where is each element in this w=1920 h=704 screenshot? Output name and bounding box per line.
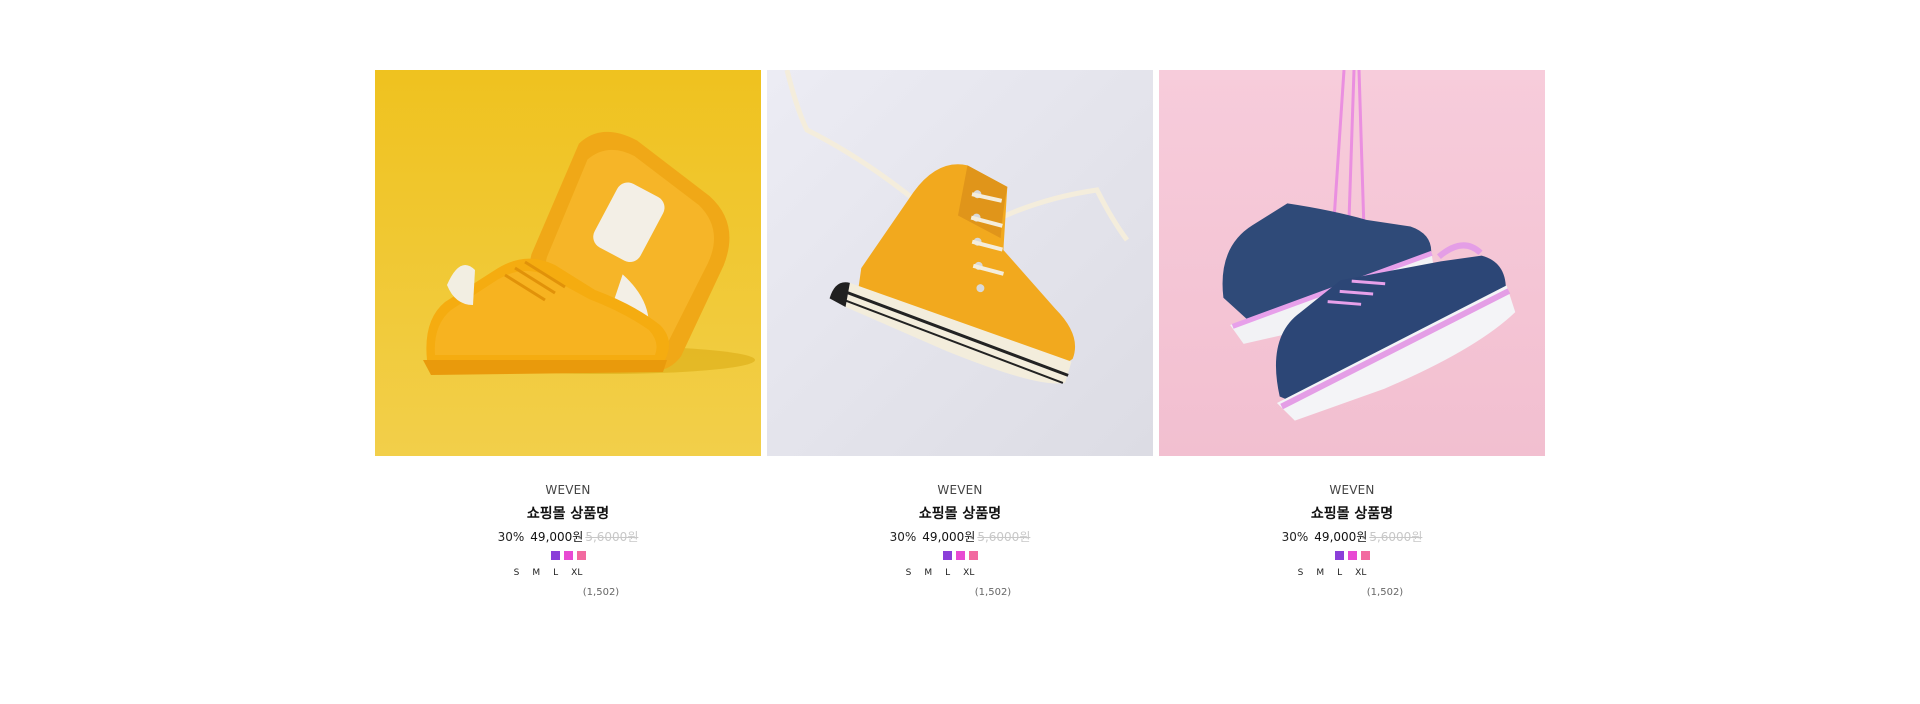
size-options: S M L XL (514, 567, 583, 579)
size-option[interactable]: S (514, 567, 520, 579)
discount-rate: 30% (497, 530, 525, 544)
product-card: WEVEN 쇼핑몰 상품명 30% 49,000원 5,6000원 S M L … (375, 70, 761, 599)
product-name[interactable]: 쇼핑몰 상품명 (919, 505, 1001, 523)
size-option[interactable]: L (945, 567, 950, 579)
product-image-yellow-sneakers[interactable] (375, 70, 761, 456)
sale-price: 49,000원 (530, 530, 584, 544)
original-price: 5,6000원 (585, 530, 639, 544)
discount-rate: 30% (1281, 530, 1309, 544)
product-info: WEVEN 쇼핑몰 상품명 30% 49,000원 5,6000원 S M L … (767, 482, 1153, 599)
product-name[interactable]: 쇼핑몰 상품명 (1311, 505, 1393, 523)
color-swatch-purple[interactable] (942, 551, 952, 560)
original-price: 5,6000원 (1369, 530, 1423, 544)
original-price: 5,6000원 (977, 530, 1031, 544)
product-info: WEVEN 쇼핑몰 상품명 30% 49,000원 5,6000원 S M L … (1159, 482, 1545, 599)
review-count: (1,502) (974, 587, 1012, 598)
product-grid: WEVEN 쇼핑몰 상품명 30% 49,000원 5,6000원 S M L … (375, 70, 1545, 599)
size-option[interactable]: M (924, 567, 932, 579)
color-swatch-pink[interactable] (1360, 551, 1370, 560)
color-swatches (550, 551, 586, 560)
review-count: (1,502) (1366, 587, 1404, 598)
color-swatches (1334, 551, 1370, 560)
price-row: 30% 49,000원 5,6000원 (890, 529, 1031, 545)
color-swatch-purple[interactable] (550, 551, 560, 560)
product-info: WEVEN 쇼핑몰 상품명 30% 49,000원 5,6000원 S M L … (375, 482, 761, 599)
product-card: WEVEN 쇼핑몰 상품명 30% 49,000원 5,6000원 S M L … (1159, 70, 1545, 599)
review-count: (1,502) (582, 587, 620, 598)
product-brand: WEVEN (545, 483, 591, 497)
color-swatch-magenta[interactable] (1347, 551, 1357, 560)
size-options: S M L XL (1298, 567, 1367, 579)
product-name[interactable]: 쇼핑몰 상품명 (527, 505, 609, 523)
size-option[interactable]: M (1316, 567, 1324, 579)
size-option[interactable]: M (532, 567, 540, 579)
color-swatches (942, 551, 978, 560)
product-brand: WEVEN (1329, 483, 1375, 497)
size-option[interactable]: S (1298, 567, 1304, 579)
product-brand: WEVEN (937, 483, 983, 497)
size-option[interactable]: XL (571, 567, 582, 579)
price-row: 30% 49,000원 5,6000원 (498, 529, 639, 545)
size-option[interactable]: S (906, 567, 912, 579)
size-options: S M L XL (906, 567, 975, 579)
product-image-navy-running-shoes[interactable] (1159, 70, 1545, 456)
product-image-orange-high-top-sneaker[interactable] (767, 70, 1153, 456)
color-swatch-purple[interactable] (1334, 551, 1344, 560)
color-swatch-magenta[interactable] (563, 551, 573, 560)
price-row: 30% 49,000원 5,6000원 (1282, 529, 1423, 545)
sale-price: 49,000원 (1314, 530, 1368, 544)
color-swatch-magenta[interactable] (955, 551, 965, 560)
size-option[interactable]: L (1337, 567, 1342, 579)
size-option[interactable]: XL (1355, 567, 1366, 579)
color-swatch-pink[interactable] (576, 551, 586, 560)
product-card: WEVEN 쇼핑몰 상품명 30% 49,000원 5,6000원 S M L … (767, 70, 1153, 599)
color-swatch-pink[interactable] (968, 551, 978, 560)
sale-price: 49,000원 (922, 530, 976, 544)
discount-rate: 30% (889, 530, 917, 544)
size-option[interactable]: L (553, 567, 558, 579)
size-option[interactable]: XL (963, 567, 974, 579)
